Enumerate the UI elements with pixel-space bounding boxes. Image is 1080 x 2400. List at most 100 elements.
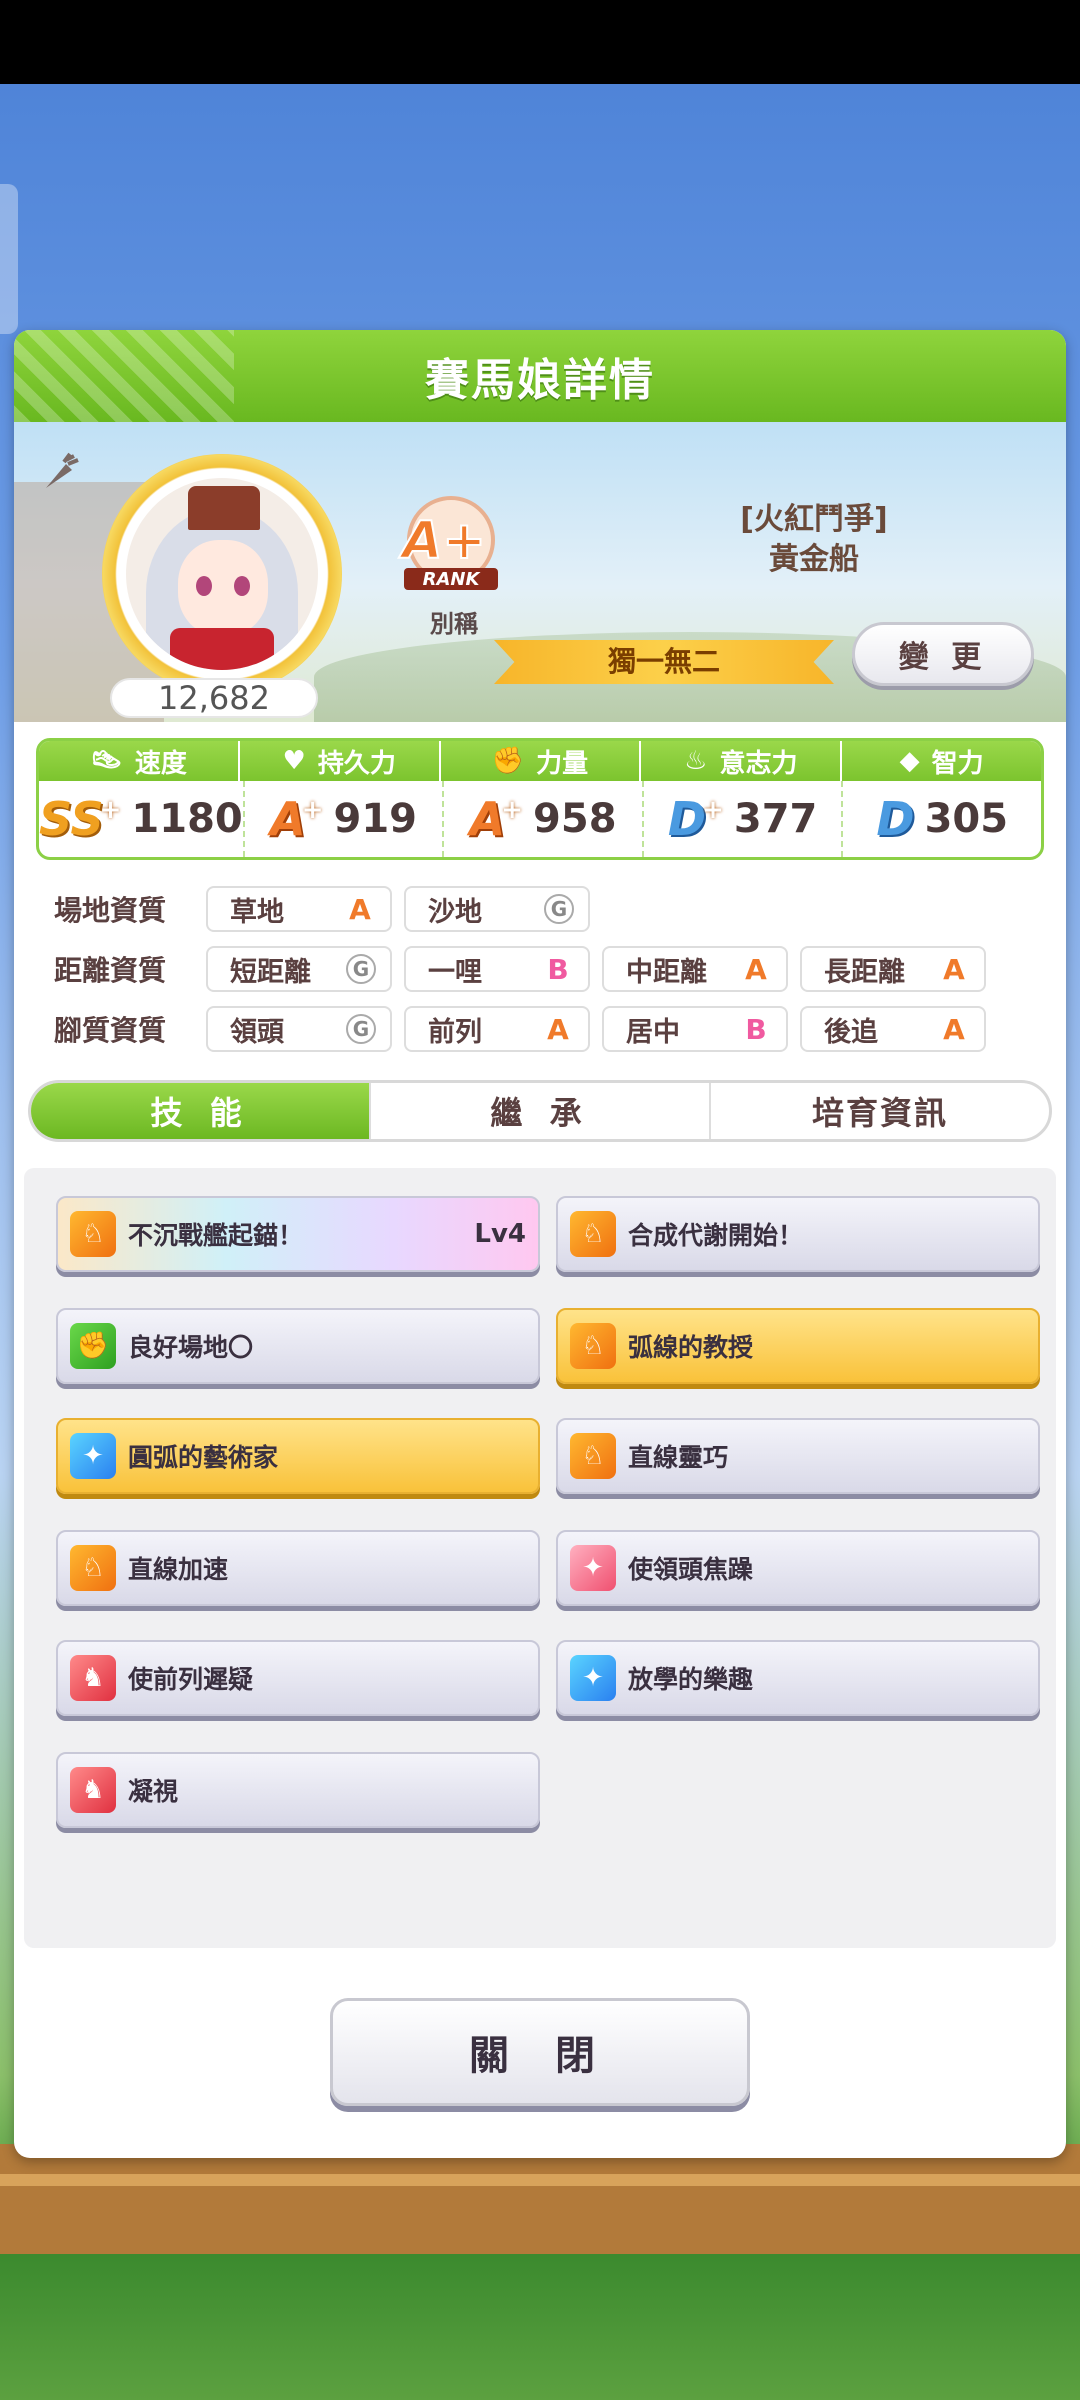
skill-name: 凝視 <box>128 1777 179 1806</box>
skill-card[interactable]: ♞ 使前列遲疑 <box>56 1640 540 1716</box>
skill-card[interactable]: ♘ 不沉戰艦起錨！ Lv4 <box>56 1196 540 1272</box>
tab-inheritance[interactable]: 繼 承 <box>371 1083 711 1139</box>
skill-card[interactable]: ♘ 直線加速 <box>56 1530 540 1606</box>
aptitude-name: 後追 <box>824 1016 878 1048</box>
stat-grade: SS + <box>39 796 121 842</box>
stat-guts: D +377 <box>644 781 844 857</box>
character-epithet-block: [火紅鬥爭] 黃金船 <box>574 500 1054 580</box>
aptitude-name: 居中 <box>626 1016 680 1048</box>
change-button[interactable]: 變 更 <box>852 622 1034 686</box>
rank-caption: 別稱 <box>430 610 478 638</box>
stat-label: 力量 <box>536 748 589 779</box>
aptitude-cell: 一哩 B <box>404 946 590 992</box>
sparkle-icon: ✦ <box>570 1655 616 1701</box>
aptitude-cell: 後追 A <box>800 1006 986 1052</box>
aptitude-label: 場地資質 <box>54 894 167 927</box>
tab-training-info[interactable]: 培育資訊 <box>711 1083 1049 1139</box>
graduation-cap-icon: ◆ <box>899 746 920 776</box>
skill-name: 放學的樂趣 <box>628 1665 754 1694</box>
character-portrait[interactable] <box>126 478 318 670</box>
skill-name: 弧線的教授 <box>628 1333 754 1362</box>
stat-header-speed: 👟︎ 速度 <box>39 741 240 781</box>
aptitude-cell: 居中 B <box>602 1006 788 1052</box>
stats-panel: 👟︎ 速度 ♥ 持久力 ✊ 力量 ♨ 意志力 ◆ 智力 SS +1180 A +919 A +9… <box>36 738 1044 860</box>
aptitude-row-distance: 距離資質 短距離 G 一哩 B 中距離 A 長距離 A <box>54 940 1034 998</box>
stat-header-stamina: ♥ 持久力 <box>240 741 441 781</box>
aptitude-grade: A <box>547 1012 569 1046</box>
shoe-icon: 👟︎ <box>89 746 123 776</box>
aptitude-name: 中距離 <box>626 956 707 988</box>
skill-level: Lv4 <box>474 1219 526 1249</box>
aptitude-grade: A <box>349 892 371 926</box>
stat-value: 919 <box>333 796 417 842</box>
skill-name: 使前列遲疑 <box>128 1665 254 1694</box>
stat-grade-plus: + <box>99 795 122 825</box>
stat-speed: SS +1180 <box>39 781 245 857</box>
rank-grade-text: A+ <box>398 511 486 571</box>
stat-grade-letter: A <box>270 792 306 846</box>
heart-icon: ♥ <box>282 746 306 776</box>
side-tab <box>0 184 18 334</box>
close-button[interactable]: 關 閉 <box>330 1998 750 2106</box>
skill-name: 不沉戰艦起錨！ <box>128 1221 304 1250</box>
aptitude-name: 前列 <box>428 1016 482 1048</box>
aptitude-cell: 中距離 A <box>602 946 788 992</box>
stat-value: 305 <box>924 796 1009 842</box>
stat-stamina: A +919 <box>245 781 445 857</box>
tab-skills[interactable]: 技 能 <box>31 1083 371 1139</box>
skill-name: 圓弧的藝術家 <box>128 1443 279 1472</box>
skill-card[interactable]: ♘ 弧線的教授 <box>556 1308 1040 1384</box>
running-horse-icon: ♘ <box>70 1545 116 1591</box>
skill-name: 合成代謝開始！ <box>628 1221 804 1250</box>
status-bar <box>0 0 1080 84</box>
stat-power: A +958 <box>444 781 644 857</box>
aptitude-cell: 長距離 A <box>800 946 986 992</box>
skill-card[interactable]: ♘ 合成代謝開始！ <box>556 1196 1040 1272</box>
stat-label: 速度 <box>134 748 187 779</box>
skills-panel: ♘ 不沉戰艦起錨！ Lv4 ♘ 合成代謝開始！ ✊ 良好場地〇 ♘ 弧線的教授 … <box>24 1168 1056 1948</box>
aptitude-label: 腳質資質 <box>54 1014 167 1047</box>
skill-card[interactable]: ♘ 直線靈巧 <box>556 1418 1040 1494</box>
running-horse-icon: ♘ <box>570 1433 616 1479</box>
stat-label: 持久力 <box>317 748 396 779</box>
aptitude-cell: 領頭 G <box>206 1006 392 1052</box>
portrait-face <box>178 540 268 636</box>
aptitude-grade: A <box>943 952 965 986</box>
aptitude-name: 草地 <box>230 896 284 928</box>
stat-header-guts: ♨ 意志力 <box>641 741 843 781</box>
aptitude-grade: B <box>547 952 569 986</box>
skill-card[interactable]: ♞ 凝視 <box>56 1752 540 1828</box>
stats-values: SS +1180 A +919 A +958 D +377 D 305 <box>39 781 1041 857</box>
aptitude-name: 短距離 <box>230 956 311 988</box>
aptitude-grade: A <box>943 1012 965 1046</box>
skill-card[interactable]: ✦ 放學的樂趣 <box>556 1640 1040 1716</box>
aptitude-grade: A <box>745 952 767 986</box>
aptitude-cell: 草地 A <box>206 886 392 932</box>
aptitude-table: 場地資質 草地 A 沙地 G 距離資質 短距離 G 一哩 B 中距離 A 長距離 A 腳質資… <box>54 880 1034 1060</box>
aptitude-name: 長距離 <box>824 956 905 988</box>
track-fence <box>0 2144 1080 2254</box>
skill-card[interactable]: ✦ 使領頭焦躁 <box>556 1530 1040 1606</box>
stat-grade-plus: + <box>301 795 324 825</box>
aptitude-grade: G <box>346 954 376 984</box>
aptitude-name: 一哩 <box>428 956 482 988</box>
stats-header: 👟︎ 速度 ♥ 持久力 ✊ 力量 ♨ 意志力 ◆ 智力 <box>39 741 1041 781</box>
running-horse-icon: ♘ <box>570 1323 616 1369</box>
dialog-title: 賽馬娘詳情 <box>425 355 655 406</box>
muscle-icon: ✊ <box>70 1323 116 1369</box>
alias-ribbon: 獨一無二 <box>494 640 834 684</box>
rank-label: RANK <box>423 569 482 590</box>
detail-tabs: 技 能 繼 承 培育資訊 <box>28 1080 1052 1142</box>
sparkle-icon: ✦ <box>70 1433 116 1479</box>
skill-card[interactable]: ✦ 圓弧的藝術家 <box>56 1418 540 1494</box>
stat-value: 377 <box>733 796 818 842</box>
header-pattern <box>14 330 234 422</box>
stat-label: 智力 <box>931 748 984 779</box>
character-name: 黃金船 <box>769 542 859 577</box>
stat-grade-letter: D <box>667 792 707 846</box>
stat-grade-plus: + <box>702 795 724 825</box>
portrait-bow <box>170 628 274 670</box>
skill-card[interactable]: ✊ 良好場地〇 <box>56 1308 540 1384</box>
aptitude-grade: B <box>745 1012 767 1046</box>
aptitude-cell: 前列 A <box>404 1006 590 1052</box>
